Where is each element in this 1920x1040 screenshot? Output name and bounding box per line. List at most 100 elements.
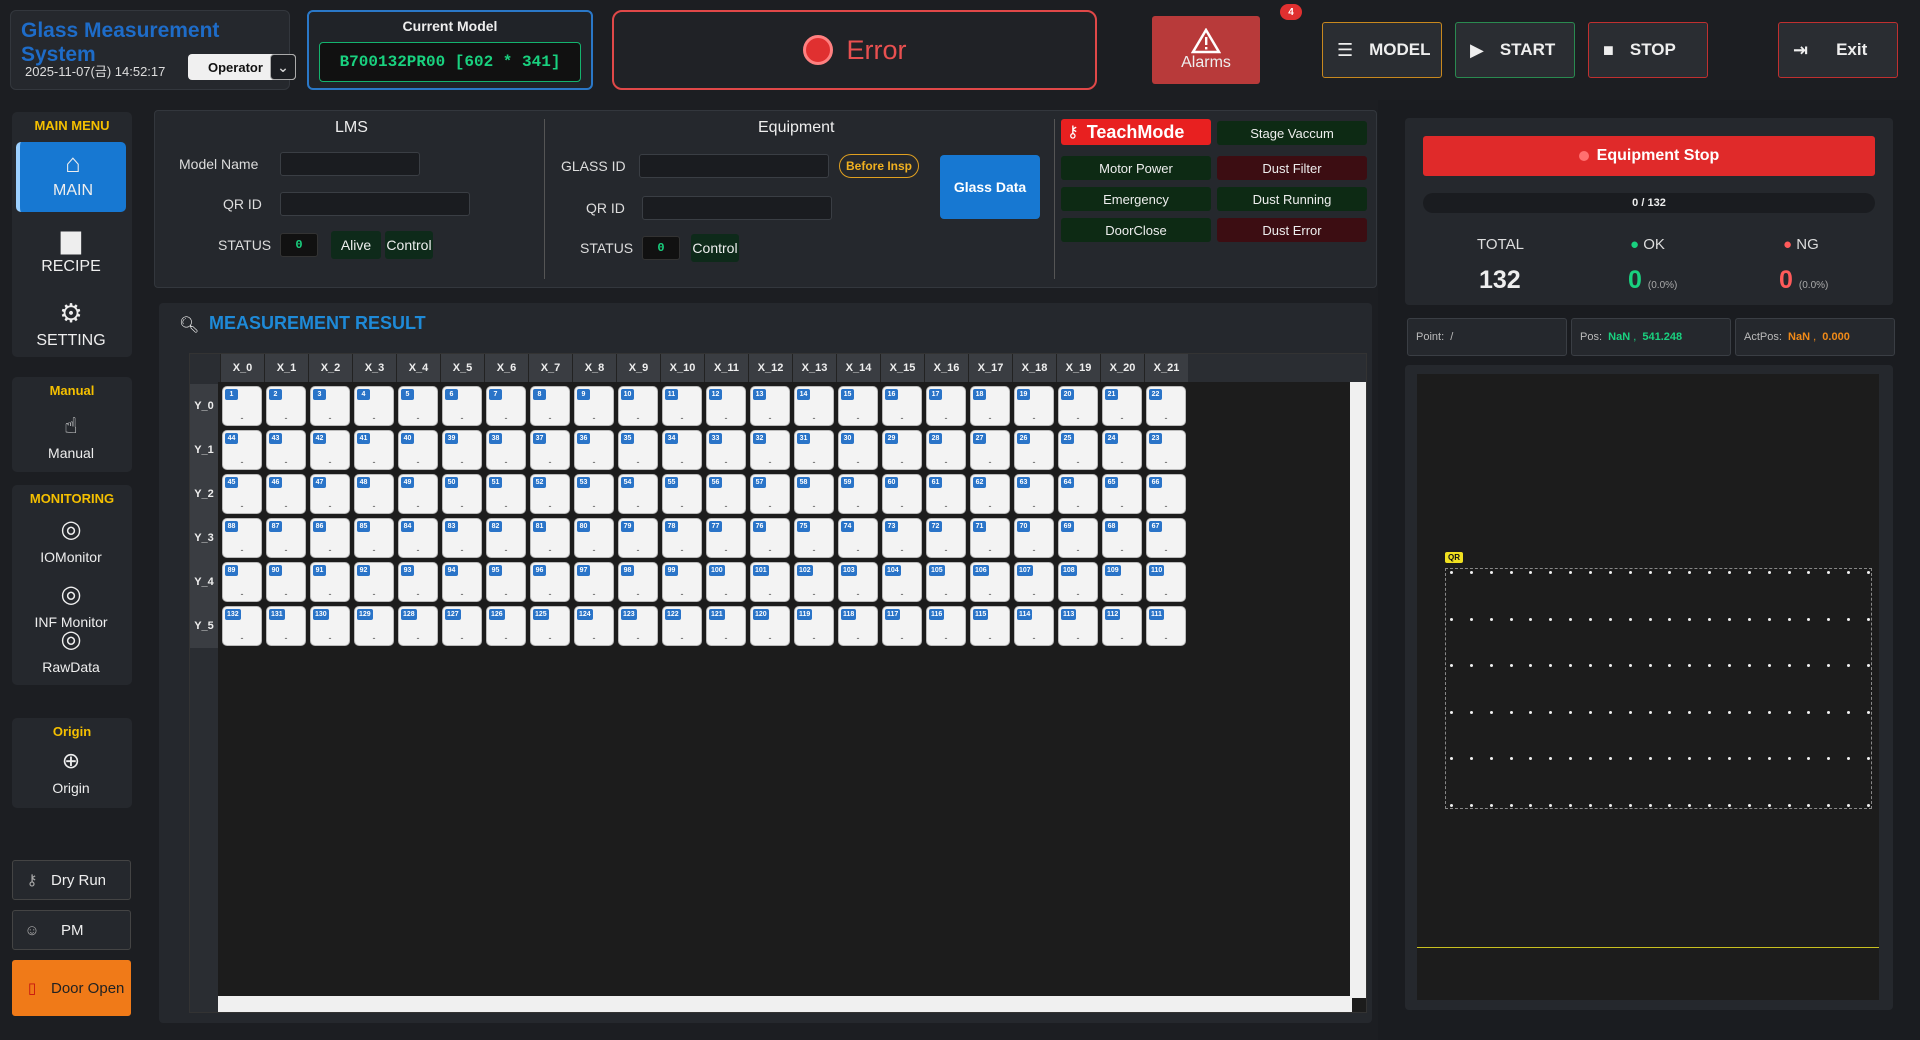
measurement-cell[interactable]: 28 - [926,430,966,470]
measurement-cell[interactable]: 59 - [838,474,878,514]
measurement-cell[interactable]: 63 - [1014,474,1054,514]
stop-button[interactable]: ■ STOP [1588,22,1708,78]
measurement-cell[interactable]: 128 - [398,606,438,646]
measurement-cell[interactable]: 29 - [882,430,922,470]
dry-run-button[interactable]: ⚷ Dry Run [12,860,131,900]
measurement-cell[interactable]: 4- [354,386,394,426]
measurement-cell[interactable]: 104 - [882,562,922,602]
measurement-cell[interactable]: 101 - [750,562,790,602]
measurement-cell[interactable]: 17 - [926,386,966,426]
measurement-cell[interactable]: 3- [310,386,350,426]
measurement-cell[interactable]: 47 - [310,474,350,514]
measurement-cell[interactable]: 103 - [838,562,878,602]
measurement-cell[interactable]: 26 - [1014,430,1054,470]
measurement-cell[interactable]: 10 - [618,386,658,426]
measurement-cell[interactable]: 132 - [222,606,262,646]
measurement-cell[interactable]: 70 - [1014,518,1054,558]
measurement-cell[interactable]: 42 - [310,430,350,470]
measurement-cell[interactable]: 94 - [442,562,482,602]
measurement-cell[interactable]: 15 - [838,386,878,426]
operator-select[interactable]: Operator ⌄ [188,54,296,80]
measurement-cell[interactable]: 67 - [1146,518,1186,558]
measurement-cell[interactable]: 75 - [794,518,834,558]
measurement-cell[interactable]: 72 - [926,518,966,558]
measurement-cell[interactable]: 46 - [266,474,306,514]
measurement-cell[interactable]: 66 - [1146,474,1186,514]
measurement-cell[interactable]: 8- [530,386,570,426]
measurement-cell[interactable]: 11 - [662,386,702,426]
measurement-cell[interactable]: 120 - [750,606,790,646]
equipment-qr-id-field[interactable] [642,196,832,220]
measurement-cell[interactable]: 90 - [266,562,306,602]
start-button[interactable]: ▶ START [1455,22,1575,78]
measurement-cell[interactable]: 105 - [926,562,966,602]
measurement-cell[interactable]: 86 - [310,518,350,558]
measurement-cell[interactable]: 87 - [266,518,306,558]
measurement-cell[interactable]: 116 - [926,606,966,646]
measurement-cell[interactable]: 39 - [442,430,482,470]
before-insp-badge[interactable]: Before Insp [839,154,919,178]
sidebar-item-rawdata[interactable]: ◎ RawData [16,625,126,679]
measurement-cell[interactable]: 50 - [442,474,482,514]
lms-qr-id-field[interactable] [280,192,470,216]
measurement-cell[interactable]: 69 - [1058,518,1098,558]
measurement-cell[interactable]: 35 - [618,430,658,470]
equipment-control-button[interactable]: Control [691,234,739,262]
measurement-cell[interactable]: 14 - [794,386,834,426]
measurement-cell[interactable]: 107 - [1014,562,1054,602]
measurement-cell[interactable]: 18 - [970,386,1010,426]
measurement-cell[interactable]: 32 - [750,430,790,470]
measurement-cell[interactable]: 58 - [794,474,834,514]
measurement-cell[interactable]: 122 - [662,606,702,646]
measurement-cell[interactable]: 9- [574,386,614,426]
measurement-cell[interactable]: 111 - [1146,606,1186,646]
sidebar-item-main[interactable]: ⌂ MAIN [16,142,126,212]
sidebar-item-setting[interactable]: ⚙ SETTING [16,298,126,358]
lms-model-name-field[interactable] [280,152,420,176]
door-open-button[interactable]: ▯ Door Open [12,960,131,1016]
measurement-cell[interactable]: 124 - [574,606,614,646]
measurement-cell[interactable]: 117 - [882,606,922,646]
exit-button[interactable]: ⇥ Exit [1778,22,1898,78]
measurement-cell[interactable]: 2- [266,386,306,426]
pm-button[interactable]: ☺ PM [12,910,131,950]
measurement-cell[interactable]: 48 - [354,474,394,514]
measurement-cell[interactable]: 31 - [794,430,834,470]
measurement-cell[interactable]: 57 - [750,474,790,514]
vertical-scrollbar[interactable] [1350,382,1366,998]
measurement-cell[interactable]: 85 - [354,518,394,558]
measurement-cell[interactable]: 91 - [310,562,350,602]
lms-alive-button[interactable]: Alive [331,231,381,259]
measurement-cell[interactable]: 53 - [574,474,614,514]
sidebar-item-recipe[interactable]: ▆ RECIPE [16,224,126,284]
measurement-cell[interactable]: 118 - [838,606,878,646]
measurement-cell[interactable]: 33 - [706,430,746,470]
measurement-cell[interactable]: 61 - [926,474,966,514]
measurement-cell[interactable]: 106 - [970,562,1010,602]
measurement-cell[interactable]: 43 - [266,430,306,470]
measurement-cell[interactable]: 30 - [838,430,878,470]
measurement-cell[interactable]: 98 - [618,562,658,602]
measurement-cell[interactable]: 37 - [530,430,570,470]
measurement-cell[interactable]: 127 - [442,606,482,646]
measurement-cell[interactable]: 115 - [970,606,1010,646]
sidebar-item-origin[interactable]: ⊕ Origin [16,746,126,800]
measurement-cell[interactable]: 21 - [1102,386,1142,426]
glass-data-button[interactable]: Glass Data [940,155,1040,219]
measurement-cell[interactable]: 109 - [1102,562,1142,602]
glass-id-field[interactable] [639,154,829,178]
measurement-cell[interactable]: 121 - [706,606,746,646]
measurement-cell[interactable]: 114 - [1014,606,1054,646]
measurement-cell[interactable]: 24 - [1102,430,1142,470]
measurement-cell[interactable]: 7- [486,386,526,426]
measurement-cell[interactable]: 130 - [310,606,350,646]
alarms-button[interactable]: Alarms [1152,16,1260,84]
measurement-cell[interactable]: 13 - [750,386,790,426]
measurement-cell[interactable]: 110 - [1146,562,1186,602]
measurement-cell[interactable]: 16 - [882,386,922,426]
measurement-cell[interactable]: 81 - [530,518,570,558]
measurement-cell[interactable]: 45 - [222,474,262,514]
measurement-cell[interactable]: 55 - [662,474,702,514]
measurement-cell[interactable]: 54 - [618,474,658,514]
measurement-cell[interactable]: 56 - [706,474,746,514]
